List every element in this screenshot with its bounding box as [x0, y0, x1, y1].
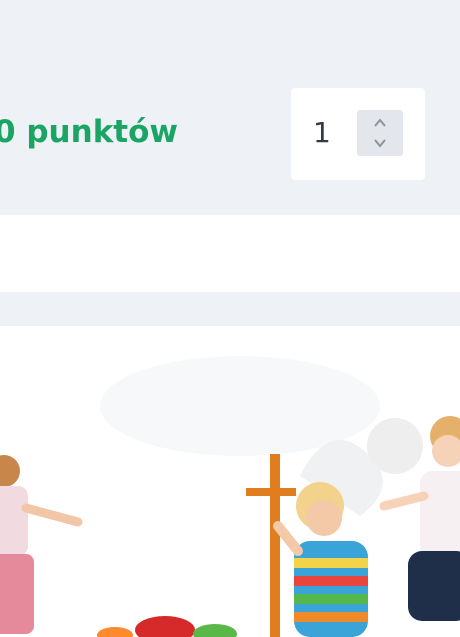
quantity-stepper[interactable]: 1 [291, 88, 425, 180]
points-label: 0 punktów [0, 114, 179, 150]
children-playing-icon [0, 356, 460, 637]
chevron-up-icon[interactable] [371, 115, 389, 131]
chevron-down-icon[interactable] [371, 135, 389, 151]
stepper-buttons[interactable] [357, 110, 403, 156]
section-divider [0, 292, 460, 326]
truncated-heading-text [0, 0, 460, 12]
product-summary-card: 0 punktów 1 [0, 0, 460, 215]
truncated-text-fragment [0, 0, 460, 12]
product-banner-image [0, 326, 460, 637]
quantity-input[interactable]: 1 [313, 116, 331, 149]
